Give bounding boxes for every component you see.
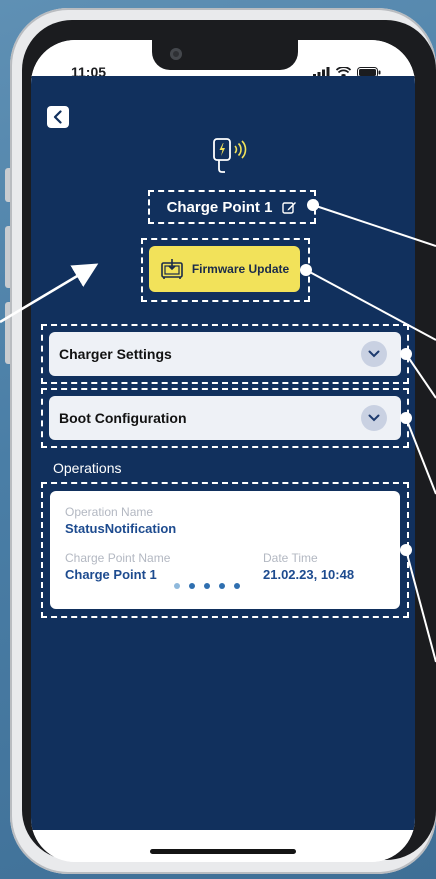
charger-name-highlight: Charge Point 1 — [148, 190, 316, 224]
edit-icon[interactable] — [282, 200, 297, 215]
operations-heading: Operations — [53, 460, 122, 476]
chevron-down-icon[interactable] — [361, 405, 387, 431]
boot-configuration-accordion[interactable]: Boot Configuration — [49, 396, 401, 440]
front-camera — [170, 48, 182, 60]
operations-highlight: Operation Name StatusNotification Charge… — [41, 482, 409, 618]
chevron-down-icon[interactable] — [361, 341, 387, 367]
firmware-update-button[interactable]: Firmware Update — [149, 246, 300, 292]
date-time-label: Date Time — [263, 551, 318, 565]
boot-configuration-label: Boot Configuration — [59, 410, 187, 426]
charger-settings-label: Charger Settings — [59, 346, 172, 362]
firmware-update-label: Firmware Update — [191, 262, 290, 276]
operation-name-label: Operation Name — [65, 505, 154, 519]
charger-detail-screen: Charge Point 1 Firmware Update Charger S… — [31, 76, 415, 830]
firmware-update-icon — [161, 259, 183, 279]
operation-card[interactable]: Operation Name StatusNotification Charge… — [50, 491, 400, 609]
home-indicator[interactable] — [150, 849, 296, 854]
pagination-dot[interactable] — [174, 583, 180, 589]
operation-name-value: StatusNotification — [65, 521, 177, 536]
home-indicator-area — [31, 830, 415, 862]
charger-name: Charge Point 1 — [166, 198, 273, 216]
boot-configuration-highlight: Boot Configuration — [41, 388, 409, 448]
charge-point-label: Charge Point Name — [65, 551, 171, 565]
firmware-update-highlight: Firmware Update — [141, 238, 310, 302]
date-time-value: 21.02.23, 10:48 — [263, 567, 355, 582]
charger-settings-highlight: Charger Settings — [41, 324, 409, 384]
chevron-left-icon — [53, 110, 62, 124]
notch — [152, 40, 298, 70]
pagination-dots — [174, 583, 240, 589]
charger-settings-accordion[interactable]: Charger Settings — [49, 332, 401, 376]
pagination-dot[interactable] — [204, 583, 210, 589]
phone-screen: 11:05 Charge Point 1 Firmware Update Cha… — [31, 40, 415, 862]
pagination-dot[interactable] — [189, 583, 195, 589]
charger-nfc-icon — [213, 138, 247, 173]
pagination-dot[interactable] — [219, 583, 225, 589]
charge-point-value: Charge Point 1 — [65, 567, 157, 582]
back-button[interactable] — [47, 106, 69, 128]
pagination-dot[interactable] — [234, 583, 240, 589]
